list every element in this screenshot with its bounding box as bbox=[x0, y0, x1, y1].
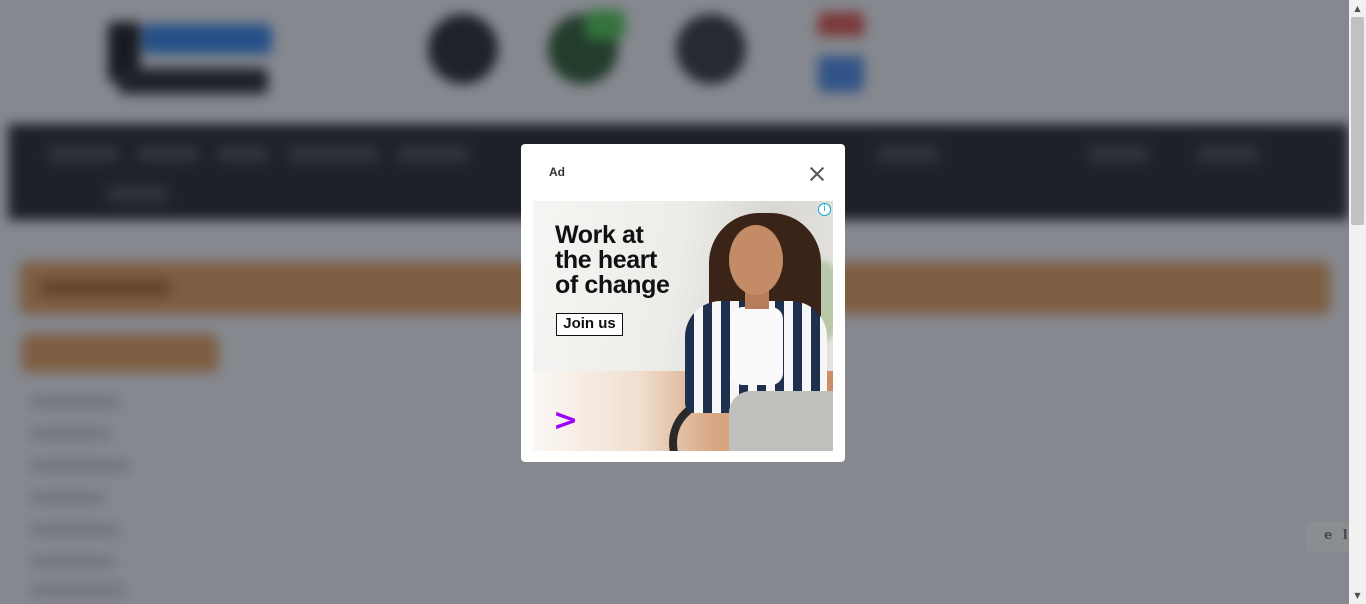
feedback-tab[interactable]: e l o bbox=[1306, 522, 1366, 552]
ad-label: Ad bbox=[549, 165, 565, 179]
ad-headline-line: the heart bbox=[555, 246, 657, 274]
scroll-down-arrow-icon[interactable]: ▼ bbox=[1349, 587, 1366, 604]
info-icon[interactable]: i bbox=[818, 203, 831, 216]
scroll-thumb[interactable] bbox=[1351, 17, 1364, 225]
join-us-button[interactable]: Join us bbox=[556, 313, 623, 336]
ad-modal: Ad Work at the heart of change Join us >… bbox=[521, 144, 845, 462]
ad-headline-line: of change bbox=[555, 271, 670, 299]
vertical-scrollbar[interactable]: ▲ ▼ bbox=[1349, 0, 1366, 604]
ad-creative[interactable]: Work at the heart of change Join us > i bbox=[533, 201, 833, 451]
close-icon[interactable] bbox=[805, 162, 829, 186]
ad-headline: Work at the heart of change bbox=[555, 221, 670, 299]
ad-headline-line: Work at bbox=[555, 221, 644, 249]
brand-logo-icon: > bbox=[553, 403, 579, 438]
scroll-up-arrow-icon[interactable]: ▲ bbox=[1349, 0, 1366, 17]
